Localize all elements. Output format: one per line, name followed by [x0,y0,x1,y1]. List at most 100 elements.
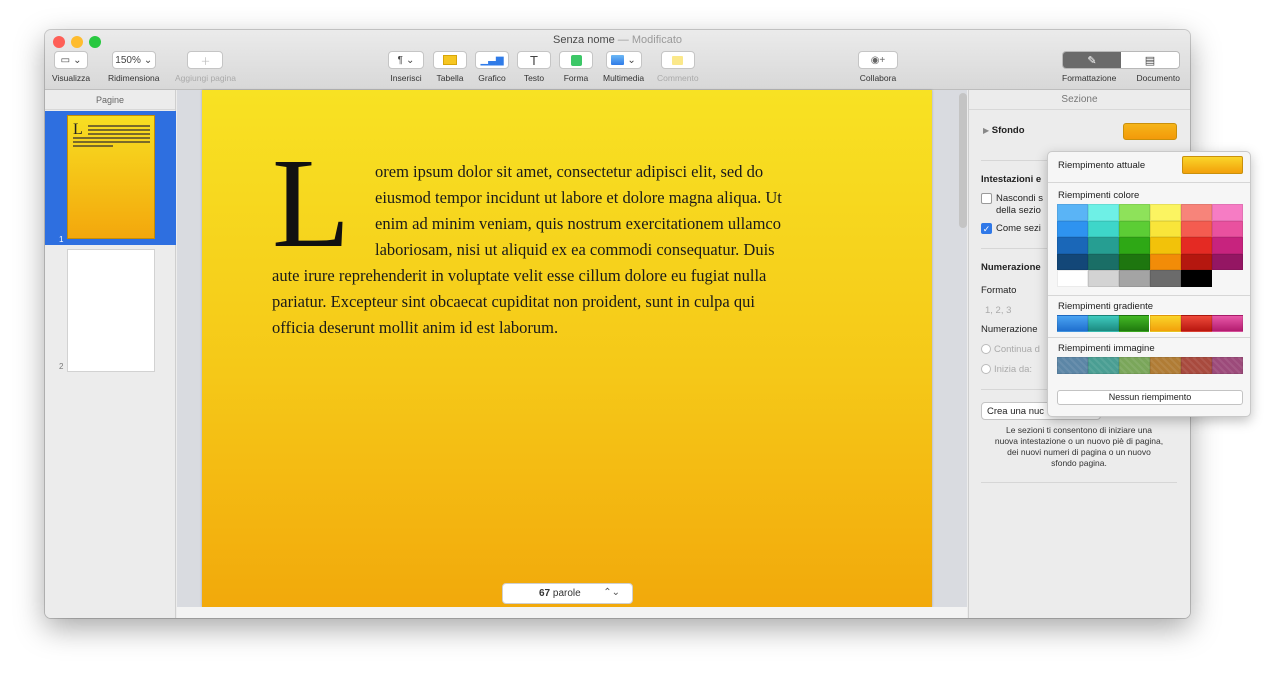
gradient-swatch[interactable] [1181,315,1212,332]
color-swatch[interactable] [1057,204,1088,221]
color-swatch[interactable] [1181,253,1212,270]
insert-tool[interactable]: ¶ ⌄ Inserisci [388,51,424,83]
gradient-swatch[interactable] [1088,315,1119,332]
comment-tool[interactable]: Commento [657,51,699,83]
color-swatch[interactable] [1057,237,1088,254]
gradient-swatch[interactable] [1119,315,1150,332]
numbering-label: Numerazione [981,324,1038,335]
gradient-swatch[interactable] [1212,315,1243,332]
color-swatch[interactable] [1150,220,1181,237]
word-count-unit: parole [552,588,581,599]
shape-tool[interactable]: Forma [559,51,593,83]
text-line: orem ipsum dolor sit amet, consectetur a… [375,162,764,181]
gradient-swatch[interactable] [1149,314,1182,333]
color-swatch[interactable] [1057,253,1088,270]
color-swatch[interactable] [1150,253,1181,270]
color-swatch[interactable] [1119,237,1150,254]
same-checkbox[interactable]: ✓ Come sezi [981,223,1041,234]
page-thumbnail-2[interactable] [67,249,155,372]
checkmark-icon[interactable]: ✓ [981,223,992,234]
view-button[interactable]: ▭ ⌄ [54,51,89,69]
color-swatch[interactable] [1181,204,1212,221]
text-button[interactable]: T [517,51,551,69]
image-fill-swatch[interactable] [1057,357,1088,374]
table-label: Tabella [436,73,464,83]
color-swatch[interactable] [1119,204,1150,221]
checkbox-unchecked[interactable] [981,193,992,204]
view-tool[interactable]: ▭ ⌄ Visualizza [52,51,90,83]
divider [1048,295,1250,296]
format-button[interactable]: ✎ [1063,52,1121,68]
color-swatch[interactable] [1212,253,1243,270]
color-swatch[interactable] [1212,237,1243,254]
color-swatch[interactable] [1212,220,1243,237]
format-select[interactable]: 1, 2, 3 [985,305,1011,316]
insert-button[interactable]: ¶ ⌄ [388,51,424,69]
color-swatch[interactable] [1119,253,1150,270]
color-swatch[interactable] [1088,270,1119,287]
color-swatch[interactable] [1119,270,1150,287]
color-swatch[interactable] [1181,237,1212,254]
color-swatch[interactable] [1088,237,1119,254]
color-swatch[interactable] [1181,270,1212,287]
word-count-control[interactable]: 67 parole ⌃⌄ [502,583,633,604]
chart-button[interactable]: ▁▃▆ [475,51,509,69]
bar-chart-icon: ▁▃▆ [480,54,504,66]
color-swatch[interactable] [1057,270,1088,287]
fill-popover: Riempimento attuale Riempimenti colore R… [1047,151,1251,417]
zoom-select[interactable]: 150% ⌄ [111,51,156,69]
divider [1048,337,1250,338]
radio-icon [981,364,991,375]
image-fill-swatch[interactable] [1212,357,1243,374]
collaborate-tool[interactable]: ◉+ Collabora [858,51,898,83]
text-tool[interactable]: T Testo [517,51,551,83]
continue-radio[interactable]: Continua d [981,344,1040,355]
start-radio[interactable]: Inizia da: [981,364,1032,375]
color-swatch[interactable] [1181,220,1212,237]
page-thumbnail-1[interactable]: L [67,115,155,239]
body-text[interactable]: orem ipsum dolor sit amet, consectetur a… [272,159,852,341]
plus-icon: ＋ [200,56,211,68]
hide-checkbox[interactable]: Nascondi s [981,193,1043,204]
chart-tool[interactable]: ▁▃▆ Grafico [475,51,509,83]
zoom-tool[interactable]: 150% ⌄ Ridimensiona [108,51,160,83]
color-swatch[interactable] [1212,204,1243,221]
add-page-tool[interactable]: ＋ Aggiungi pagina [175,51,236,83]
sidebar-header: Pagine [45,90,175,110]
chevron-down-icon: ⌄ [73,54,82,66]
add-page-button[interactable]: ＋ [187,51,224,69]
color-swatch[interactable] [1150,237,1181,254]
title-separator: — [614,34,632,46]
continue-label: Continua d [994,344,1040,355]
collaborate-button[interactable]: ◉+ [858,51,898,69]
color-swatch[interactable] [1150,270,1181,287]
image-fill-swatch[interactable] [1150,357,1181,374]
app-window: Senza nome — Modificato ▭ ⌄ Visualizza 15… [45,30,1190,618]
shape-button[interactable] [559,51,593,69]
color-swatch[interactable] [1057,220,1088,237]
no-fill-button[interactable]: Nessun riempimento [1057,390,1243,405]
color-swatch[interactable] [1150,204,1181,221]
color-swatch[interactable] [1088,204,1119,221]
document-page[interactable]: L orem ipsum dolor sit amet, consectetur… [202,90,932,607]
media-button[interactable]: ⌄ [605,51,642,69]
comment-button[interactable] [660,51,695,69]
comment-label: Commento [657,73,699,83]
media-tool[interactable]: ⌄ Multimedia [603,51,644,83]
color-swatch[interactable] [1088,220,1119,237]
image-fill-swatch[interactable] [1181,357,1212,374]
color-swatch[interactable] [1119,220,1150,237]
start-label: Inizia da: [994,364,1033,375]
color-swatch[interactable] [1088,253,1119,270]
document-canvas[interactable]: L orem ipsum dolor sit amet, consectetur… [177,90,967,618]
document-button[interactable]: ▤ [1121,52,1179,68]
background-disclosure[interactable]: ▶ Sfondo [983,125,1025,136]
vertical-scrollbar[interactable] [959,93,967,228]
gradient-swatch[interactable] [1057,315,1088,332]
format-label: Formattazione [1062,73,1117,83]
image-fill-swatch[interactable] [1088,357,1119,374]
table-button[interactable] [433,51,467,69]
background-color-well[interactable] [1123,123,1177,140]
table-tool[interactable]: Tabella [433,51,467,83]
image-fill-swatch[interactable] [1119,357,1150,374]
